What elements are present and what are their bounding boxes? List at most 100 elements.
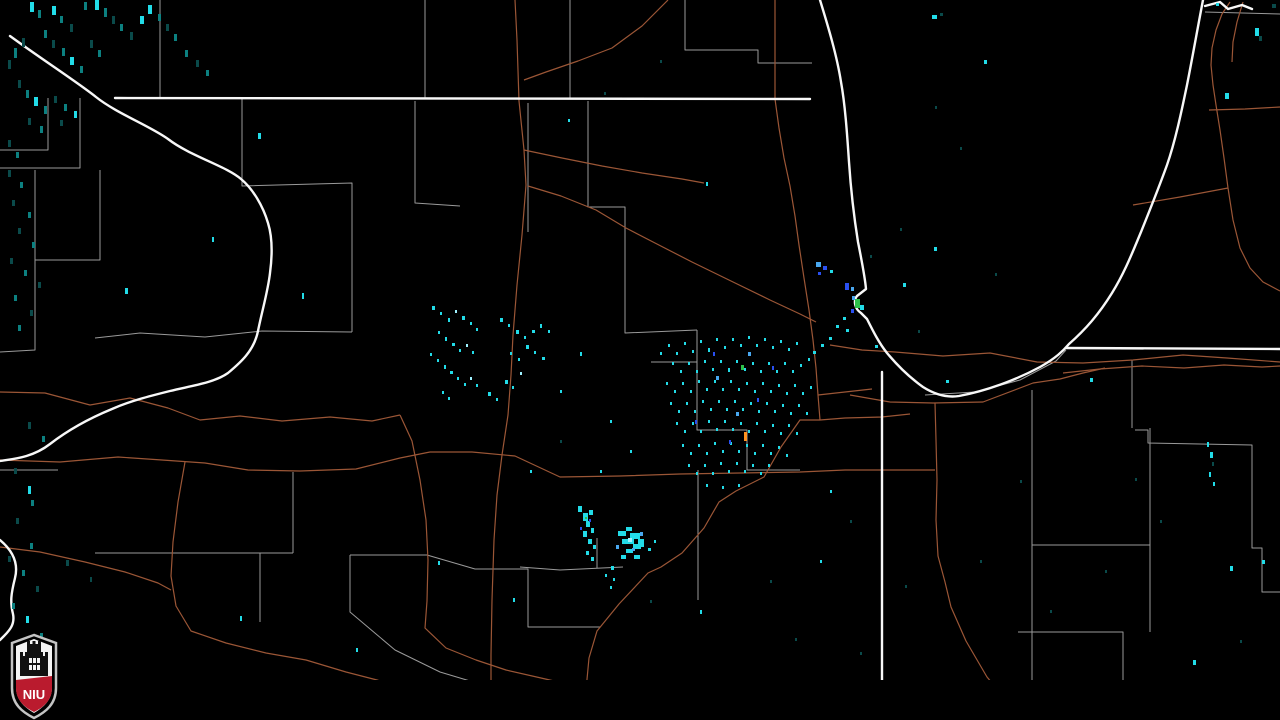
radar-echo	[784, 362, 786, 365]
radar-echo	[580, 352, 582, 356]
radar-echo	[818, 272, 821, 275]
radar-echo	[752, 362, 754, 365]
radar-echo	[692, 422, 694, 425]
road-line	[0, 392, 400, 421]
radar-echo	[18, 325, 21, 331]
radar-echo	[690, 390, 692, 393]
radar-echo	[960, 147, 962, 150]
radar-echo	[32, 242, 35, 248]
radar-echo	[1255, 28, 1259, 36]
radar-echo	[684, 342, 686, 345]
radar-echo	[794, 384, 796, 387]
radar-echo	[708, 420, 710, 423]
radar-echo	[74, 111, 77, 118]
radar-echo	[626, 549, 633, 553]
radar-echo	[682, 382, 684, 385]
state-water-line	[0, 36, 272, 461]
radar-echo	[758, 410, 760, 413]
radar-echo	[726, 408, 728, 411]
radar-echo	[829, 337, 832, 340]
radar-echo	[459, 349, 461, 352]
radar-echo	[516, 330, 519, 334]
radar-echo	[660, 352, 662, 355]
radar-echo	[1225, 93, 1229, 99]
radar-echo	[836, 325, 839, 328]
radar-echo	[752, 464, 754, 467]
radar-echo	[38, 282, 41, 288]
radar-echo	[806, 412, 808, 415]
radar-echo	[534, 351, 536, 354]
radar-echo	[746, 382, 748, 385]
road-line	[1133, 188, 1228, 205]
radar-echo	[196, 60, 199, 67]
radar-echo	[744, 470, 746, 473]
radar-echo	[740, 344, 742, 347]
radar-echo	[846, 329, 849, 332]
radar-echo	[984, 60, 987, 64]
radar-echo	[768, 362, 770, 365]
radar-echo	[808, 358, 810, 361]
radar-echo	[84, 2, 87, 10]
radar-echo	[440, 312, 442, 315]
radar-echo	[586, 551, 589, 555]
radar-echo	[800, 364, 802, 367]
radar-echo	[788, 348, 790, 351]
radar-echo	[903, 283, 906, 287]
radar-echo	[810, 386, 812, 389]
radar-echo	[450, 371, 453, 374]
radar-echo	[512, 386, 514, 389]
radar-echo	[112, 16, 115, 24]
radar-echo	[442, 391, 444, 394]
county-line	[0, 170, 35, 352]
radar-echo	[508, 324, 510, 327]
radar-echo	[1230, 566, 1233, 571]
radar-echo	[437, 359, 439, 362]
radar-echo	[22, 570, 25, 576]
radar-echo	[678, 410, 680, 413]
road-line	[1232, 2, 1243, 62]
radar-echo	[1209, 472, 1211, 477]
radar-echo	[704, 360, 706, 363]
radar-echo	[24, 270, 27, 276]
radar-echo	[28, 212, 31, 218]
radar-echo	[10, 258, 13, 264]
radar-echo	[120, 24, 123, 31]
radar-echo	[591, 557, 594, 561]
radar-echo	[780, 340, 782, 343]
radar-echo	[764, 338, 766, 341]
radar-echo	[70, 57, 74, 65]
radar-echo	[1090, 378, 1093, 382]
radar-echo	[542, 357, 545, 360]
radar-echo	[754, 390, 756, 393]
radar-echo	[654, 540, 656, 543]
radar-echo	[212, 237, 214, 242]
radar-echo	[830, 490, 832, 493]
radar-echo	[1213, 482, 1215, 486]
county-line	[1135, 430, 1280, 592]
radar-echo	[698, 444, 700, 447]
radar-echo	[770, 580, 772, 583]
radar-echo	[724, 420, 726, 423]
radar-echo	[980, 560, 982, 563]
radar-echo	[742, 408, 744, 411]
radar-echo	[8, 556, 11, 562]
radar-echo	[540, 324, 542, 328]
radar-echo	[585, 517, 587, 519]
radar-echo	[580, 527, 582, 530]
radar-echo	[788, 424, 790, 427]
radar-echo	[206, 70, 209, 76]
road-line	[820, 414, 910, 420]
radar-echo	[530, 470, 532, 473]
radar-echo	[708, 348, 710, 352]
radar-echo	[710, 408, 712, 411]
radar-echo	[946, 380, 949, 383]
radar-echo	[674, 390, 676, 393]
radar-echo	[510, 352, 512, 355]
radar-echo	[8, 60, 11, 69]
radar-echo	[728, 368, 730, 372]
radar-echo	[786, 392, 788, 395]
radar-echo	[610, 420, 612, 423]
radar-echo	[820, 560, 822, 563]
radar-echo	[588, 539, 592, 544]
radar-echo	[714, 442, 716, 445]
